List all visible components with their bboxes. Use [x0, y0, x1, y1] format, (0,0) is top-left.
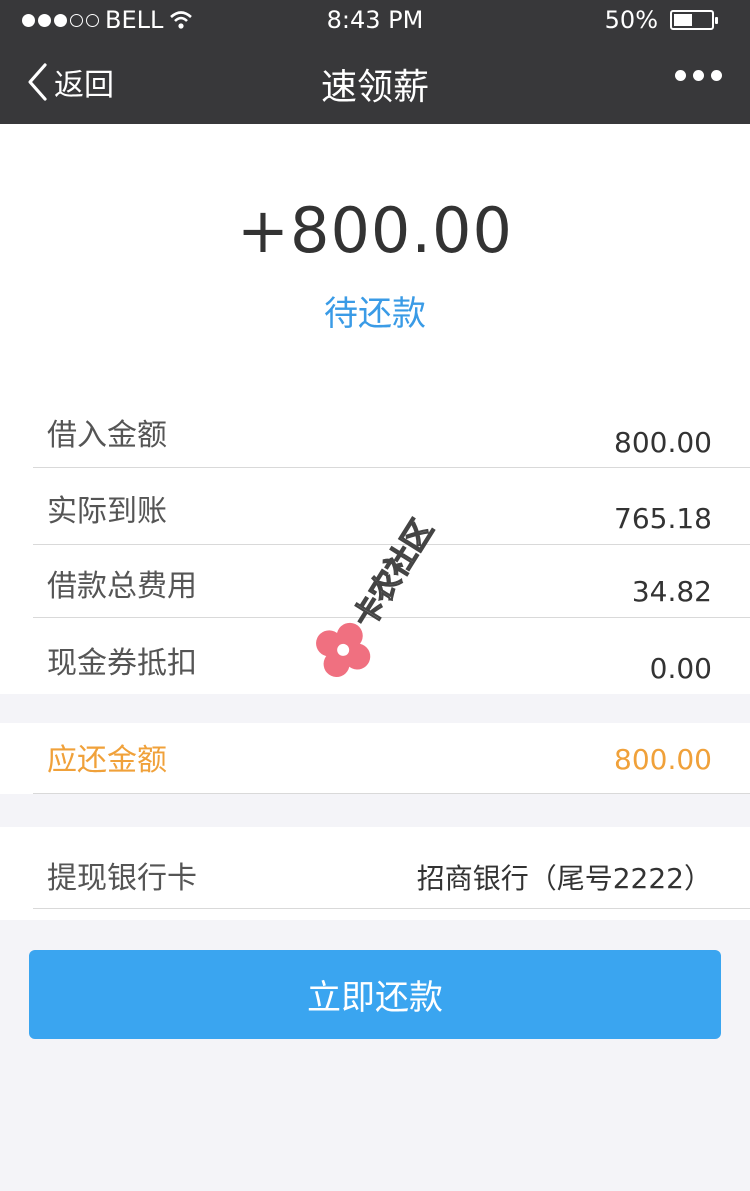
detail-label: 现金券抵扣 [47, 646, 197, 681]
loan-summary: +800.00 待还款 [0, 124, 750, 392]
loan-status: 待还款 [324, 294, 426, 334]
detail-label: 借款总费用 [47, 569, 197, 604]
bank-card-value: 招商银行（尾号2222） [416, 862, 712, 895]
battery-group: 50% [604, 6, 718, 34]
amount-due-label: 应还金额 [47, 743, 167, 778]
detail-label: 实际到账 [47, 494, 167, 529]
bank-card-label: 提现银行卡 [47, 861, 197, 896]
battery-icon [670, 10, 718, 30]
battery-percent: 50% [604, 6, 658, 34]
bank-card-row[interactable]: 提现银行卡 招商银行（尾号2222） [0, 827, 750, 909]
detail-value: 765.18 [614, 502, 712, 535]
detail-value: 800.00 [614, 426, 712, 459]
more-menu-icon[interactable] [675, 70, 722, 81]
detail-value: 34.82 [631, 575, 712, 608]
loan-amount: +800.00 [237, 194, 513, 267]
navigation-bar: 返回 速领薪 [0, 40, 750, 124]
detail-label: 借入金额 [47, 418, 167, 453]
bank-card-section: 提现银行卡 招商银行（尾号2222） [0, 827, 750, 920]
watermark-logo-icon: 卡农社区 [316, 513, 441, 678]
amount-due-row: 应还金额 800.00 [0, 723, 750, 794]
status-bar: BELL 8:43 PM 50% [0, 0, 750, 40]
repay-now-button[interactable]: 立即还款 [29, 950, 721, 1039]
top-bar: BELL 8:43 PM 50% 返回 速领薪 [0, 0, 750, 124]
page-title: 速领薪 [320, 67, 429, 108]
amount-due-section: 应还金额 800.00 [0, 723, 750, 794]
watermark-text: 卡农社区 [347, 514, 440, 634]
detail-value: 0.00 [649, 652, 712, 685]
amount-due-value: 800.00 [614, 743, 712, 776]
detail-row-borrowed: 借入金额 800.00 [0, 392, 750, 468]
